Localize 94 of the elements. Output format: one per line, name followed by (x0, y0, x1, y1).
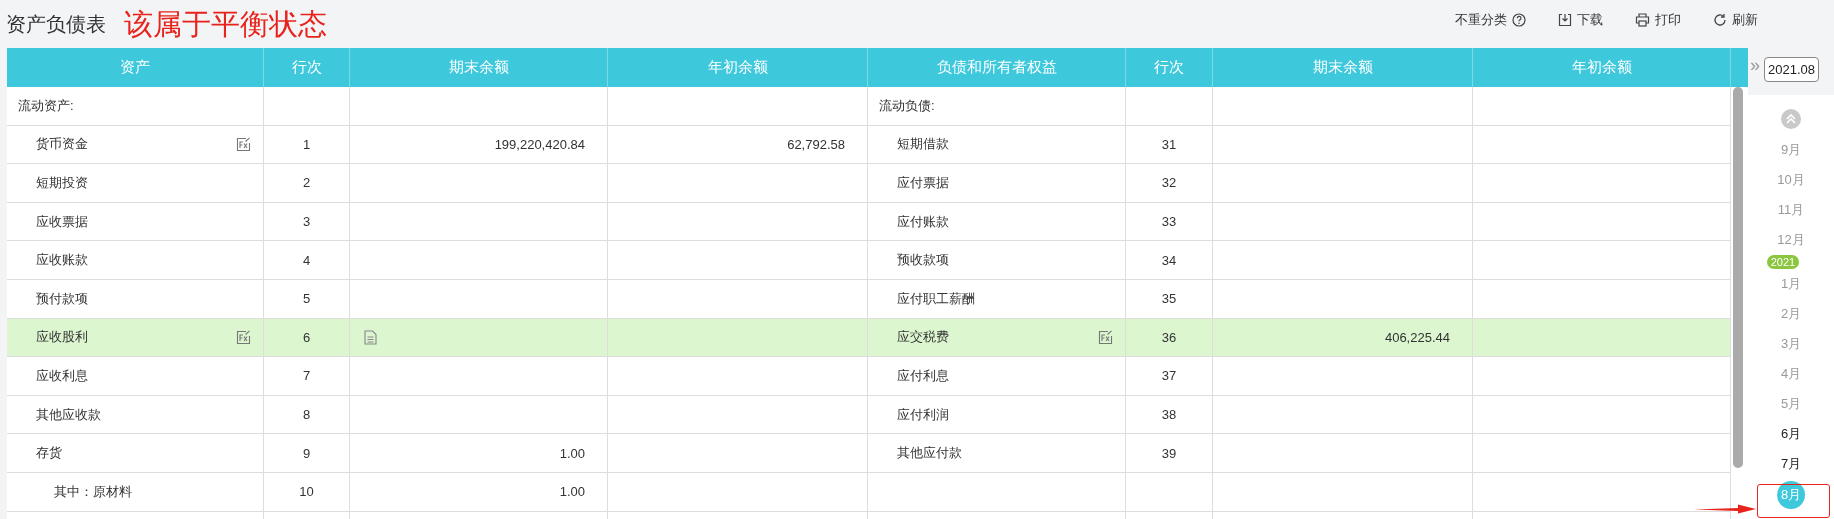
table-cell: 9 (264, 434, 350, 473)
table-cell: 62,792.58 (608, 125, 868, 165)
column-header[interactable]: 期末余额 (350, 48, 608, 87)
month-item[interactable]: 4月 (1780, 359, 1802, 389)
month-item[interactable]: 1月 (1780, 269, 1802, 299)
table-row[interactable]: 存货 9 1.00 其他应付款 39 (7, 434, 1731, 473)
download-icon (1558, 13, 1572, 27)
month-item[interactable]: 2月 (1780, 299, 1802, 329)
refresh-icon (1713, 13, 1727, 27)
account-name: 应收票据 (36, 212, 88, 231)
print-button[interactable]: 打印 (1635, 11, 1681, 29)
table-row[interactable]: 货币资金 1 199,220,420.84 62,792.58 短期借款 31 (7, 125, 1731, 165)
account-name: 应收利息 (36, 366, 88, 385)
column-header[interactable]: 行次 (264, 48, 350, 87)
period-field[interactable]: 2021.08 (1764, 57, 1819, 82)
table-cell: 2 (264, 164, 350, 203)
table-cell: 34 (1126, 241, 1213, 280)
table-cell: 199,220,420.84 (350, 125, 608, 165)
table-cell: 1 (264, 125, 350, 165)
refresh-button[interactable]: 刷新 (1713, 11, 1758, 29)
column-header[interactable]: 期末余额 (1213, 48, 1473, 87)
column-header[interactable]: 年初余额 (608, 48, 868, 87)
annotation-text: 该属于平衡状态 (124, 7, 327, 42)
table-cell: 33 (1126, 202, 1213, 242)
formula-icon[interactable] (1098, 329, 1113, 345)
table-cell: 4 (264, 241, 350, 280)
table-cell: 1.00 (350, 472, 608, 512)
table-cell: 39 (1126, 434, 1213, 473)
month-item[interactable]: 11月 (1777, 195, 1805, 225)
month-item[interactable]: 9月 (1780, 135, 1802, 165)
table-cell: 38 (1126, 395, 1213, 435)
month-item[interactable]: 8月 (1777, 481, 1805, 509)
column-header[interactable]: 年初余额 (1473, 48, 1731, 87)
account-name: 应付账款 (897, 212, 949, 231)
account-name: 预付款项 (36, 289, 88, 308)
column-header[interactable]: 负债和所有者权益 (868, 48, 1126, 87)
table-cell: 31 (1126, 125, 1213, 165)
account-name: 其他应付款 (897, 444, 962, 463)
section-label: 流动资产: (18, 96, 74, 115)
print-icon (1635, 13, 1650, 27)
account-name: 应交税费 (897, 328, 949, 347)
account-name: 其中：原材料 (54, 482, 132, 501)
month-item[interactable]: 5月 (1780, 389, 1802, 419)
document-icon[interactable] (364, 329, 377, 345)
download-button[interactable]: 下载 (1558, 11, 1603, 29)
table-cell: 8 (264, 395, 350, 435)
account-name: 货币资金 (36, 135, 88, 154)
month-item[interactable]: 12月 (1777, 225, 1805, 255)
account-name: 其他应收款 (36, 405, 101, 424)
formula-icon[interactable] (236, 136, 251, 152)
month-item[interactable]: 3月 (1780, 329, 1802, 359)
table-cell: 406,225.44 (1213, 318, 1473, 358)
table-row[interactable]: 其他应收款 8 应付利润 38 (7, 395, 1731, 435)
table-row[interactable]: 应收利息 7 应付利息 37 (7, 357, 1731, 396)
table-cell: 7 (264, 357, 350, 396)
account-name: 应付利息 (897, 366, 949, 385)
month-item[interactable]: 7月 (1780, 449, 1802, 479)
table-row[interactable]: 流动资产: 流动负债: (7, 87, 1731, 126)
account-name: 应收股利 (36, 328, 88, 347)
account-name: 应付职工薪酬 (897, 289, 975, 308)
table-row[interactable]: 其中：原材料 10 1.00 (7, 472, 1731, 512)
help-icon[interactable] (1512, 13, 1526, 27)
column-header[interactable]: 资产 (7, 48, 264, 87)
selected-row[interactable]: 应收股利 6 应交税费 36 406,225.44 (7, 318, 1731, 358)
table-row[interactable]: 预付款项 5 应付职工薪酬 35 (7, 279, 1731, 319)
scrollbar-thumb[interactable] (1733, 87, 1743, 468)
month-item[interactable]: 6月 (1780, 419, 1802, 449)
table-cell: 32 (1126, 164, 1213, 203)
table-cell: 36 (1126, 318, 1213, 358)
table-cell: 5 (264, 279, 350, 319)
table-row[interactable]: 短期投资 2 应付票据 32 (7, 164, 1731, 203)
account-name: 短期投资 (36, 174, 88, 192)
table-cell: 35 (1126, 279, 1213, 319)
account-name: 应付利润 (897, 405, 949, 424)
page-title: 资产负债表 (6, 11, 106, 37)
account-name: 应收账款 (36, 251, 88, 270)
table-cell: 1.00 (350, 434, 608, 473)
table-row[interactable]: 应收账款 4 预收款项 34 (7, 241, 1731, 280)
month-item[interactable]: 10月 (1777, 165, 1805, 195)
account-name: 预收款项 (897, 251, 949, 270)
table-cell: 3 (264, 202, 350, 242)
table-row[interactable]: 应收票据 3 应付账款 33 (7, 202, 1731, 242)
option-label: 不重分类 (1455, 11, 1507, 29)
column-header[interactable]: 行次 (1126, 48, 1213, 87)
table-cell: 37 (1126, 357, 1213, 396)
account-name: 应付票据 (897, 174, 949, 192)
year-badge: 2021 (1766, 255, 1800, 269)
formula-icon[interactable] (236, 329, 251, 345)
table-cell: 10 (264, 472, 350, 512)
table-cell: 6 (264, 318, 350, 358)
account-name: 存货 (36, 444, 62, 463)
collapse-toggle[interactable]: » (1750, 55, 1760, 76)
account-name: 短期借款 (897, 135, 949, 154)
section-label: 流动负债: (879, 96, 935, 115)
